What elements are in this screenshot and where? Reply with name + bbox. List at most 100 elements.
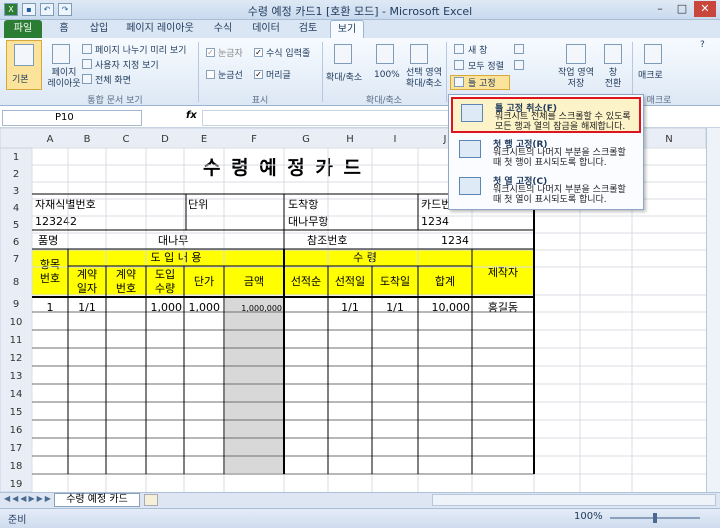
zoom-level: 100% bbox=[574, 511, 603, 522]
macro-icon[interactable] bbox=[644, 44, 662, 64]
arrange-all-button[interactable]: 모두 정렬 bbox=[468, 59, 504, 72]
save-workspace-button[interactable]: 작업 영역 저장 bbox=[552, 68, 600, 90]
freeze-panes-label: 틀 고정 bbox=[468, 79, 496, 89]
row-header-17: 17 bbox=[10, 443, 23, 454]
column-header-d: D bbox=[161, 134, 169, 145]
row-header-8: 8 bbox=[13, 277, 19, 288]
split-icon[interactable] bbox=[514, 44, 524, 54]
minimize-button[interactable]: – bbox=[650, 1, 670, 17]
zoom-button[interactable]: 확대/축소 bbox=[326, 70, 362, 83]
tab-data[interactable]: 데이터 bbox=[246, 20, 286, 38]
row-header-15: 15 bbox=[10, 407, 23, 418]
save-icon[interactable]: ▪ bbox=[22, 3, 36, 16]
normal-view-label: 기본 bbox=[12, 75, 29, 85]
unfreeze-icon bbox=[461, 104, 483, 122]
fullscreen-icon bbox=[82, 74, 92, 84]
row-header-19: 19 bbox=[10, 479, 23, 490]
switch-windows-button[interactable]: 창 전환 bbox=[600, 68, 626, 90]
menu-freeze-first-column[interactable]: 첫 열 고정(C) 워크시트의 나머지 부분을 스크롤할 때 첫 열이 표시되도… bbox=[451, 172, 641, 208]
freeze-row-icon bbox=[459, 140, 481, 158]
help-icon[interactable]: ? bbox=[700, 40, 705, 50]
row-header-6: 6 bbox=[13, 237, 19, 248]
redo-icon[interactable]: ↷ bbox=[58, 3, 72, 16]
unfreeze-desc-2: 모든 행과 열의 잠금을 해제합니다. bbox=[495, 122, 626, 132]
tab-view[interactable]: 보기 bbox=[330, 20, 364, 38]
column-header-e: E bbox=[201, 134, 207, 145]
page-layout-icon[interactable] bbox=[52, 44, 70, 64]
row-header-16: 16 bbox=[10, 425, 23, 436]
menu-unfreeze[interactable]: 틀 고정 취소(F) 워크시트 전체를 스크롤할 수 있도록 모든 행과 열의 … bbox=[451, 97, 641, 133]
row-header-3: 3 bbox=[13, 186, 19, 197]
zoom-icon[interactable] bbox=[334, 44, 352, 64]
window-title: 수령 예정 카드1 [호환 모드] - Microsoft Excel bbox=[247, 5, 473, 18]
group-separator bbox=[632, 42, 633, 102]
formula-bar-label: 수식 입력줄 bbox=[266, 49, 311, 59]
status-ready: 준비 bbox=[8, 515, 27, 526]
gridlines-checkbox[interactable] bbox=[206, 70, 215, 79]
custom-view-button[interactable]: 사용자 지정 보기 bbox=[95, 58, 159, 71]
column-header-n: N bbox=[665, 134, 672, 145]
fullscreen-button[interactable]: 전체 화면 bbox=[95, 73, 131, 86]
hide-icon[interactable] bbox=[514, 60, 524, 70]
page-break-button[interactable]: 페이지 나누기 미리 보기 bbox=[95, 43, 186, 56]
freeze-column-icon bbox=[459, 177, 481, 195]
column-header-a: A bbox=[47, 134, 54, 145]
macro-button[interactable]: 매크로 bbox=[638, 68, 663, 81]
row-header-13: 13 bbox=[10, 371, 23, 382]
formula-input[interactable] bbox=[202, 110, 450, 126]
row-header-12: 12 bbox=[10, 353, 23, 364]
tab-formulas[interactable]: 수식 bbox=[208, 20, 238, 38]
new-window-button[interactable]: 새 창 bbox=[468, 43, 487, 56]
sheet-tab-active[interactable]: 수령 예정 카드 bbox=[54, 493, 140, 507]
column-header-b: B bbox=[84, 134, 91, 145]
ruler-checkbox[interactable]: ✓ bbox=[206, 48, 215, 57]
page-break-icon bbox=[82, 44, 92, 54]
zoom-selection-button[interactable]: 선택 영역 확대/축소 bbox=[402, 68, 446, 90]
zoom-slider[interactable] bbox=[610, 513, 700, 523]
save-workspace-icon[interactable] bbox=[566, 44, 586, 64]
menu-freeze-top-row[interactable]: 첫 행 고정(R) 워크시트의 나머지 부분을 스크롤할 때 첫 행이 표시되도… bbox=[451, 135, 641, 171]
zoom-selection-icon[interactable] bbox=[410, 44, 428, 64]
group-separator bbox=[198, 42, 199, 102]
row-header-18: 18 bbox=[10, 461, 23, 472]
group-separator bbox=[322, 42, 323, 102]
row-header-4: 4 bbox=[13, 203, 19, 214]
tab-page-layout[interactable]: 페이지 레이아웃 bbox=[120, 20, 200, 38]
column-header-j: J bbox=[443, 134, 447, 145]
row-header-10: 10 bbox=[10, 317, 23, 328]
close-button[interactable]: ✕ bbox=[694, 1, 716, 17]
arrange-all-icon bbox=[454, 60, 464, 70]
vertical-scrollbar[interactable] bbox=[706, 128, 720, 492]
horizontal-scrollbar[interactable] bbox=[432, 494, 716, 506]
name-box[interactable]: P10 bbox=[2, 110, 142, 126]
headings-checkbox[interactable]: ✓ bbox=[254, 70, 263, 79]
page-layout-label[interactable]: 페이지 레이아웃 bbox=[44, 68, 84, 90]
zoom-100-icon[interactable] bbox=[376, 44, 394, 64]
column-header-c: C bbox=[123, 134, 130, 145]
freeze-row-desc-2: 때 첫 행이 표시되도록 합니다. bbox=[493, 158, 607, 168]
switch-windows-icon[interactable] bbox=[604, 44, 622, 64]
excel-logo-icon: X bbox=[4, 3, 18, 16]
tab-home[interactable]: 홈 bbox=[50, 20, 78, 38]
tab-review[interactable]: 검토 bbox=[292, 20, 324, 38]
freeze-panes-menu: 틀 고정 취소(F) 워크시트 전체를 스크롤할 수 있도록 모든 행과 열의 … bbox=[448, 94, 644, 210]
zoom-100-button[interactable]: 100% bbox=[374, 70, 400, 80]
group-zoom: 확대/축소 bbox=[365, 96, 403, 106]
sheet-nav-arrows[interactable]: ◀◀◀▶▶▶ bbox=[4, 494, 53, 503]
formula-bar-checkbox[interactable]: ✓ bbox=[254, 48, 263, 57]
gridlines-label: 눈금선 bbox=[218, 71, 243, 81]
fx-icon[interactable]: fx bbox=[186, 110, 197, 121]
tab-insert[interactable]: 삽입 bbox=[84, 20, 114, 38]
normal-view-icon bbox=[14, 44, 34, 66]
row-header-7: 7 bbox=[13, 254, 19, 265]
maximize-button[interactable]: □ bbox=[672, 1, 692, 17]
column-header-f: F bbox=[251, 134, 257, 145]
ruler-label: 눈금자 bbox=[218, 49, 243, 59]
column-header-h: H bbox=[346, 134, 354, 145]
custom-view-icon bbox=[82, 59, 92, 69]
tab-file[interactable]: 파일 bbox=[4, 20, 42, 38]
undo-icon[interactable]: ↶ bbox=[40, 3, 54, 16]
column-header-g: G bbox=[302, 134, 310, 145]
insert-sheet-icon[interactable] bbox=[144, 494, 158, 506]
new-window-icon bbox=[454, 44, 464, 54]
